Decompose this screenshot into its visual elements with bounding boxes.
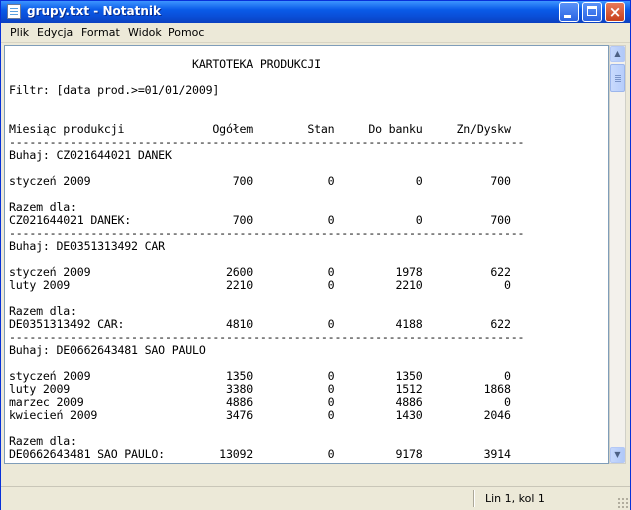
menu-bar: Plik Edycja Format Widok Pomoc <box>1 23 630 43</box>
menu-widok[interactable]: Widok <box>128 26 162 39</box>
scroll-up-arrow-icon: ▲ <box>614 49 621 58</box>
cursor-position: Lin 1, kol 1 <box>485 492 545 505</box>
scroll-up-button[interactable]: ▲ <box>610 46 625 62</box>
close-button[interactable]: × <box>605 2 625 22</box>
document-text[interactable]: KARTOTEKA PRODUKCJI Filtr: [data prod.>=… <box>9 58 524 461</box>
menu-format[interactable]: Format <box>81 26 120 39</box>
status-divider <box>473 490 474 507</box>
notepad-window: grupy.txt - Notatnik × Plik Edycja Forma… <box>0 0 631 510</box>
menu-plik[interactable]: Plik <box>10 26 29 39</box>
minimize-button[interactable] <box>559 2 579 22</box>
status-bar: Lin 1, kol 1 <box>1 486 630 510</box>
vertical-scrollbar[interactable]: ▲ ▼ <box>609 45 626 464</box>
notepad-icon[interactable] <box>7 4 21 19</box>
scrollbar-thumb[interactable] <box>610 64 625 92</box>
minimize-icon <box>564 15 571 18</box>
scroll-down-button[interactable]: ▼ <box>610 447 625 463</box>
menu-pomoc[interactable]: Pomoc <box>168 26 204 39</box>
title-bar[interactable]: grupy.txt - Notatnik × <box>1 1 630 23</box>
text-editor-area[interactable]: KARTOTEKA PRODUKCJI Filtr: [data prod.>=… <box>4 45 609 464</box>
close-icon: × <box>608 3 622 21</box>
resize-grip-icon[interactable] <box>617 497 628 508</box>
scroll-down-arrow-icon: ▼ <box>614 450 621 459</box>
menu-edycja[interactable]: Edycja <box>37 26 73 39</box>
maximize-button[interactable] <box>582 2 602 22</box>
horizontal-scroll-area <box>4 464 626 482</box>
window-title: grupy.txt - Notatnik <box>27 4 161 18</box>
maximize-icon <box>587 6 597 16</box>
